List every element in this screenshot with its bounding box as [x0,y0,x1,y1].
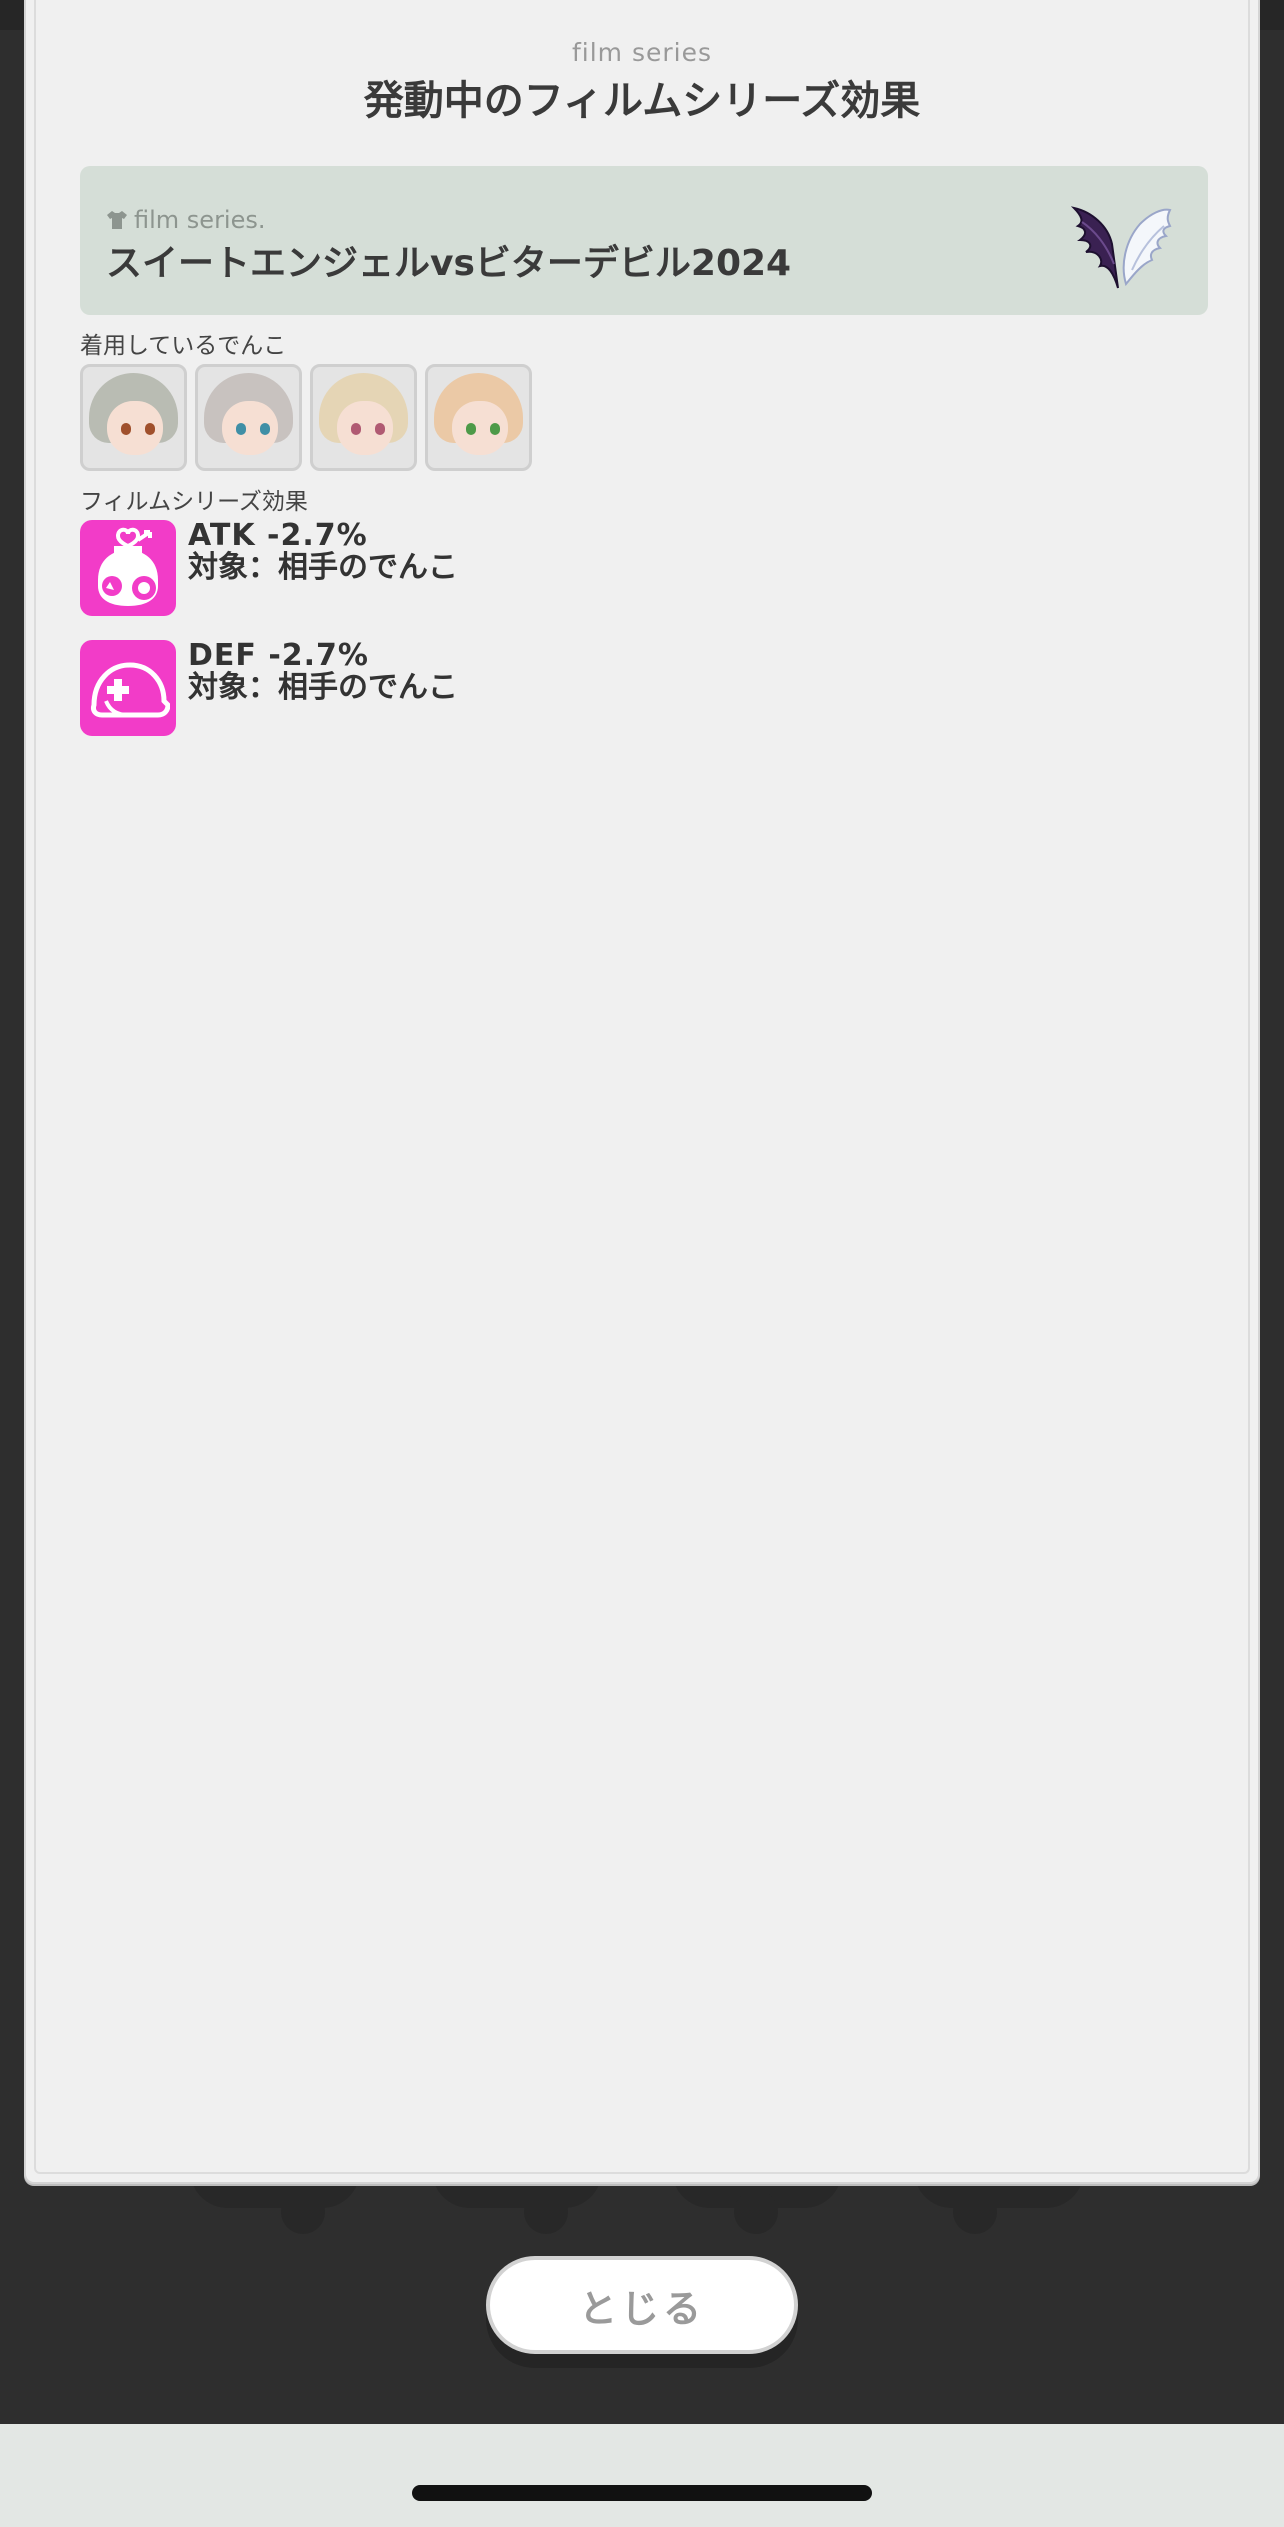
equipped-label: 着用しているでんこ [80,333,287,359]
equipped-denco-list [80,364,532,471]
denco-avatar[interactable] [80,364,187,471]
avatar-eye [121,423,131,435]
defense-helmet-icon [80,640,176,736]
avatar-eye [236,423,246,435]
attack-robot-icon [80,520,176,616]
background-dot [524,2190,568,2234]
modal-subtitle: film series [571,38,713,67]
avatar-eye [466,423,476,435]
background-dot [953,2190,997,2234]
background-dot [281,2190,325,2234]
shirt-icon [107,211,127,229]
effect-target: 対象：相手のでんこ [188,550,458,585]
avatar-eye [260,423,270,435]
film-series-modal: film series 発動中のフィルムシリーズ効果 film series. … [24,0,1260,2184]
denco-avatar[interactable] [425,364,532,471]
denco-avatar[interactable] [195,364,302,471]
series-sublabel: film series. [106,206,266,234]
avatar-eye [351,423,361,435]
close-button[interactable]: とじる [486,2256,798,2354]
series-card: film series. スイートエンジェルvsビターデビル2024 [80,166,1208,315]
effect-target: 対象：相手のでんこ [188,670,458,705]
bottom-safe-area [0,2424,1284,2527]
effect-stat: ATK -2.7% [188,518,368,553]
angel-devil-wings-icon [1070,206,1172,289]
effect-text: ATK -2.7% 対象：相手のでんこ [188,520,458,616]
series-name: スイートエンジェルvsビターデビル2024 [106,243,792,284]
effect-row: ATK -2.7% 対象：相手のでんこ [80,520,458,616]
avatar-eye [490,423,500,435]
modal-title: 発動中のフィルムシリーズ効果 [363,78,921,124]
avatar-eye [375,423,385,435]
series-sublabel-text: film series. [134,206,266,234]
effects-label: フィルムシリーズ効果 [80,489,308,515]
avatar-eye [145,423,155,435]
effect-stat: DEF -2.7% [188,638,369,673]
effect-text: DEF -2.7% 対象：相手のでんこ [188,640,458,736]
effect-row: DEF -2.7% 対象：相手のでんこ [80,640,458,736]
background-dot [734,2190,778,2234]
home-indicator[interactable] [412,2485,872,2501]
denco-avatar[interactable] [310,364,417,471]
